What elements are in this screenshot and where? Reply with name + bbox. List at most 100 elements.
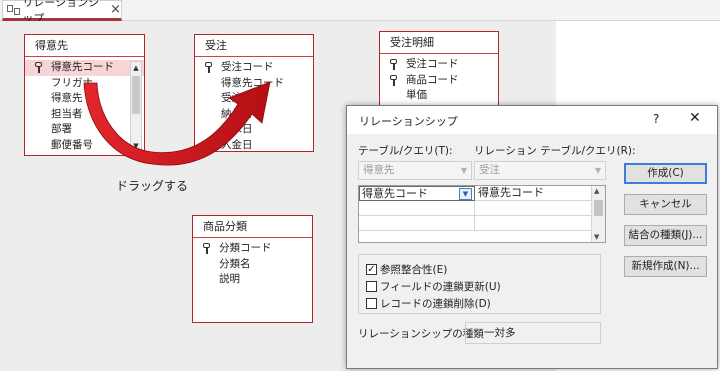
close-tab-icon[interactable]: × bbox=[110, 3, 121, 16]
scroll-up-icon[interactable]: ▲ bbox=[594, 187, 599, 195]
field-name: 納品日 bbox=[221, 107, 253, 120]
table-query-label: テーブル/クエリ(T): bbox=[358, 145, 453, 157]
chevron-down-icon: ▼ bbox=[460, 166, 467, 175]
table-row bbox=[359, 201, 591, 216]
field-name: 得意先 bbox=[51, 92, 83, 104]
field-item[interactable]: 部署 bbox=[25, 122, 144, 138]
primary-key-icon bbox=[203, 243, 210, 254]
dialog-title-bar: リレーションシップ ? ✕ bbox=[347, 106, 717, 134]
field-name: 得意先コード bbox=[221, 76, 284, 89]
checkbox-label: フィールドの連鎖更新(U) bbox=[380, 281, 501, 293]
scroll-thumb[interactable] bbox=[594, 200, 603, 216]
field-name: 請求日 bbox=[221, 123, 253, 135]
drag-annotation: ドラッグする bbox=[116, 179, 189, 193]
cascade-delete-checkbox[interactable]: レコードの連鎖削除(D) bbox=[366, 296, 491, 311]
related-table-combo[interactable]: 受注 ▼ bbox=[474, 161, 606, 180]
checkbox-icon[interactable] bbox=[366, 298, 377, 309]
table-customers[interactable]: 得意先 得意先コード フリガナ 得意先 担当者 部署 郵便番号 ▲ ▼ bbox=[24, 34, 145, 156]
table-query-combo[interactable]: 得意先 ▼ bbox=[358, 161, 472, 180]
relationship-type-value: 一対多 bbox=[465, 322, 601, 344]
field-list-scrollbar[interactable]: ▲ ▼ bbox=[130, 61, 142, 153]
field-item[interactable]: 得意先コード bbox=[25, 60, 144, 76]
close-icon[interactable]: ✕ bbox=[689, 110, 701, 126]
create-new-button[interactable]: 新規作成(N)... bbox=[624, 256, 707, 277]
combo-value: 得意先 bbox=[363, 164, 395, 176]
left-field-cell[interactable] bbox=[359, 216, 475, 231]
field-item[interactable]: 説明 bbox=[193, 272, 312, 288]
field-mapping-grid: 得意先コード ▼ 得意先コード ▲ ▼ bbox=[358, 185, 606, 243]
checkbox-checked-icon[interactable]: ✓ bbox=[366, 264, 377, 275]
left-field-cell[interactable] bbox=[359, 201, 475, 216]
field-item[interactable]: 受注日 bbox=[195, 91, 313, 107]
field-item[interactable]: 商品コード bbox=[380, 73, 498, 89]
field-name: 部署 bbox=[51, 123, 72, 135]
primary-key-icon bbox=[390, 59, 397, 70]
field-item[interactable]: 請求日 bbox=[195, 122, 313, 138]
right-field-cell[interactable]: 得意先コード bbox=[476, 186, 591, 201]
table-product-categories[interactable]: 商品分類 分類コード 分類名 説明 bbox=[192, 215, 313, 323]
tab-relationships[interactable]: リレーションシップ × bbox=[2, 0, 122, 25]
field-name: 受注コード bbox=[406, 58, 459, 70]
combo-value: 受注 bbox=[479, 164, 500, 176]
join-type-button[interactable]: 結合の種類(J)... bbox=[624, 225, 707, 246]
field-name: 単価 bbox=[406, 89, 427, 101]
field-name: 得意先コード bbox=[51, 61, 114, 73]
primary-key-icon bbox=[205, 62, 212, 73]
scroll-thumb[interactable] bbox=[132, 76, 140, 114]
field-name: 分類コード bbox=[219, 242, 272, 254]
field-item[interactable]: 受注コード bbox=[195, 60, 313, 76]
scroll-down-icon[interactable]: ▼ bbox=[594, 233, 599, 241]
scroll-up-icon[interactable]: ▲ bbox=[131, 62, 141, 74]
cancel-button[interactable]: キャンセル bbox=[624, 194, 707, 215]
field-item[interactable]: 入金日 bbox=[195, 138, 313, 154]
document-tab-strip: リレーションシップ × bbox=[0, 0, 720, 25]
table-title: 受注 bbox=[195, 35, 313, 57]
referential-integrity-checkbox[interactable]: ✓ 参照整合性(E) bbox=[366, 262, 447, 277]
help-icon[interactable]: ? bbox=[653, 112, 659, 126]
relationship-dialog: リレーションシップ ? ✕ テーブル/クエリ(T): リレーション テーブル/ク… bbox=[346, 105, 718, 369]
table-row: 得意先コード ▼ 得意先コード bbox=[359, 186, 591, 201]
checkbox-label: 参照整合性(E) bbox=[380, 264, 448, 276]
field-item[interactable]: 郵便番号 bbox=[25, 138, 144, 154]
field-item[interactable]: フリガナ bbox=[25, 76, 144, 92]
field-item[interactable]: 分類名 bbox=[193, 257, 312, 273]
field-name: 入金日 bbox=[221, 138, 253, 151]
field-list: 得意先コード フリガナ 得意先 担当者 部署 郵便番号 bbox=[25, 57, 144, 153]
field-list: 分類コード 分類名 説明 bbox=[193, 238, 312, 288]
field-item[interactable]: 担当者 bbox=[25, 107, 144, 123]
table-orders[interactable]: 受注 受注コード 得意先コード 受注日 納品日 請求日 入金日 bbox=[194, 34, 314, 152]
field-name: フリガナ bbox=[51, 76, 93, 89]
primary-key-icon bbox=[390, 74, 397, 86]
primary-key-icon bbox=[35, 62, 42, 73]
field-item[interactable]: 得意先 bbox=[25, 91, 144, 107]
field-item[interactable]: 受注コード bbox=[380, 57, 498, 73]
field-item[interactable]: 分類コード bbox=[193, 241, 312, 257]
grid-scrollbar[interactable]: ▲ ▼ bbox=[591, 186, 605, 242]
field-list: 受注コード 得意先コード 受注日 納品日 請求日 入金日 bbox=[195, 57, 313, 153]
field-item[interactable]: 単価 bbox=[380, 88, 498, 104]
options-group: ✓ 参照整合性(E) フィールドの連鎖更新(U) レコードの連鎖削除(D) bbox=[358, 254, 601, 314]
cell-value: 得意先コード bbox=[362, 187, 428, 200]
field-name: 説明 bbox=[219, 273, 240, 285]
checkbox-icon[interactable] bbox=[366, 281, 377, 292]
table-title: 商品分類 bbox=[193, 216, 312, 238]
left-field-cell[interactable]: 得意先コード ▼ bbox=[359, 186, 475, 201]
chevron-down-icon: ▼ bbox=[594, 166, 601, 175]
field-name: 郵便番号 bbox=[51, 138, 93, 151]
create-button[interactable]: 作成(C) bbox=[624, 163, 707, 184]
field-item[interactable]: 得意先コード bbox=[195, 76, 313, 92]
related-table-label: リレーション テーブル/クエリ(R): bbox=[474, 145, 636, 157]
field-item[interactable]: 納品日 bbox=[195, 107, 313, 123]
right-field-cell[interactable] bbox=[476, 216, 591, 231]
chevron-down-icon[interactable]: ▼ bbox=[459, 188, 472, 200]
field-name: 商品コード bbox=[406, 73, 459, 86]
checkbox-label: レコードの連鎖削除(D) bbox=[380, 298, 491, 310]
cell-value: 得意先コード bbox=[478, 186, 544, 199]
table-title: 得意先 bbox=[25, 35, 144, 57]
right-field-cell[interactable] bbox=[476, 201, 591, 216]
field-name: 受注コード bbox=[221, 61, 274, 73]
scroll-down-icon[interactable]: ▼ bbox=[131, 140, 141, 152]
table-title: 受注明細 bbox=[380, 32, 498, 54]
field-name: 受注日 bbox=[221, 92, 253, 104]
cascade-update-checkbox[interactable]: フィールドの連鎖更新(U) bbox=[366, 279, 501, 294]
